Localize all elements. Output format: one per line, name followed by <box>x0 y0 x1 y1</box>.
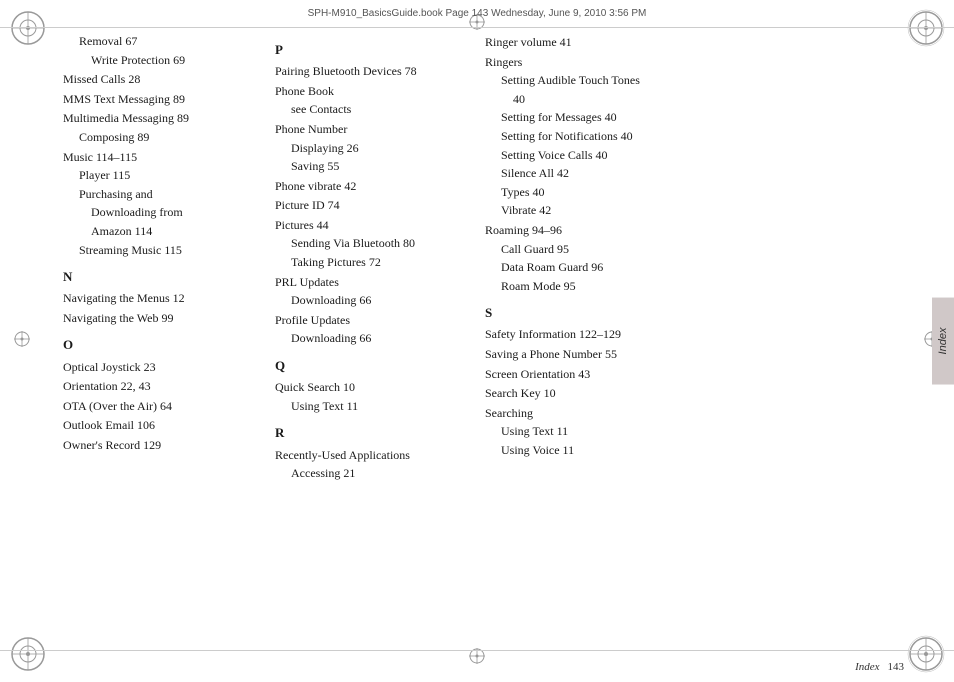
index-tab: Index <box>932 298 954 385</box>
list-item: Sending Via Bluetooth 80 <box>275 234 467 253</box>
list-item: Setting for Messages 40 <box>485 108 916 127</box>
list-item: Call Guard 95 <box>485 240 916 259</box>
list-item: MMS Text Messaging 89 <box>63 90 247 109</box>
list-item: Using Voice 11 <box>485 441 916 460</box>
list-item: Using Text 11 <box>485 422 916 441</box>
crosshair-left <box>12 329 32 353</box>
list-item: 40 <box>485 90 916 109</box>
list-item: Optical Joystick 23 <box>63 358 247 377</box>
list-item: see Contacts <box>275 100 467 119</box>
list-item: Navigating the Menus 12 <box>63 289 247 308</box>
list-item: Setting Voice Calls 40 <box>485 146 916 165</box>
list-item: Safety Information 122–129 <box>485 325 916 344</box>
header-bar: SPH-M910_BasicsGuide.book Page 143 Wedne… <box>0 0 954 28</box>
list-item: Streaming Music 115 <box>63 241 247 260</box>
list-item: Data Roam Guard 96 <box>485 258 916 277</box>
list-item: Silence All 42 <box>485 164 916 183</box>
footer-bar: Index 143 <box>0 650 954 682</box>
list-item: N <box>63 267 247 287</box>
list-item: Write Protection 69 <box>63 51 247 70</box>
list-item: P <box>275 40 467 60</box>
list-item: Outlook Email 106 <box>63 416 247 435</box>
list-item: Downloading 66 <box>275 291 467 310</box>
list-item: Saving a Phone Number 55 <box>485 345 916 364</box>
list-item: Phone Book <box>275 82 467 101</box>
list-item: Saving 55 <box>275 157 467 176</box>
list-item: Using Text 11 <box>275 397 467 416</box>
list-item: Recently-Used Applications <box>275 446 467 465</box>
list-item: Roaming 94–96 <box>485 221 916 240</box>
list-item: Q <box>275 356 467 376</box>
footer-label: Index <box>855 661 879 673</box>
list-item: Ringers <box>485 53 916 72</box>
list-item: Pairing Bluetooth Devices 78 <box>275 62 467 81</box>
list-item: Setting Audible Touch Tones <box>485 71 916 90</box>
list-item: Taking Pictures 72 <box>275 253 467 272</box>
content-area: Removal 67Write Protection 69Missed Call… <box>55 32 924 642</box>
list-item: Profile Updates <box>275 311 467 330</box>
list-item: Multimedia Messaging 89 <box>63 109 247 128</box>
list-item: Searching <box>485 404 916 423</box>
index-tab-label: Index <box>937 328 949 355</box>
list-item: Displaying 26 <box>275 139 467 158</box>
list-item: Quick Search 10 <box>275 378 467 397</box>
list-item: Phone Number <box>275 120 467 139</box>
list-item: Accessing 21 <box>275 464 467 483</box>
column-right: Ringer volume 41RingersSetting Audible T… <box>475 32 924 642</box>
list-item: R <box>275 423 467 443</box>
list-item: OTA (Over the Air) 64 <box>63 397 247 416</box>
list-item: Pictures 44 <box>275 216 467 235</box>
column-middle: P Pairing Bluetooth Devices 78Phone Books… <box>255 32 475 642</box>
list-item: Purchasing and <box>63 185 247 204</box>
list-item: Screen Orientation 43 <box>485 365 916 384</box>
list-item: Picture ID 74 <box>275 196 467 215</box>
list-item: S <box>485 303 916 323</box>
list-item: Removal 67 <box>63 32 247 51</box>
list-item: O <box>63 335 247 355</box>
list-item: Music 114–115 <box>63 148 247 167</box>
list-item: Types 40 <box>485 183 916 202</box>
list-item: Setting for Notifications 40 <box>485 127 916 146</box>
list-item: PRL Updates <box>275 273 467 292</box>
list-item: Phone vibrate 42 <box>275 177 467 196</box>
list-item: Owner's Record 129 <box>63 436 247 455</box>
list-item: Ringer volume 41 <box>485 33 916 52</box>
list-item: Vibrate 42 <box>485 201 916 220</box>
header-text: SPH-M910_BasicsGuide.book Page 143 Wedne… <box>308 8 647 19</box>
list-item: Downloading from <box>63 203 247 222</box>
list-item: Orientation 22, 43 <box>63 377 247 396</box>
list-item: Missed Calls 28 <box>63 70 247 89</box>
list-item: Player 115 <box>63 166 247 185</box>
list-item: Downloading 66 <box>275 329 467 348</box>
list-item: Composing 89 <box>63 128 247 147</box>
list-item: Roam Mode 95 <box>485 277 916 296</box>
footer-page: 143 <box>888 661 905 673</box>
list-item: Amazon 114 <box>63 222 247 241</box>
list-item: Search Key 10 <box>485 384 916 403</box>
list-item: Navigating the Web 99 <box>63 309 247 328</box>
column-left: Removal 67Write Protection 69Missed Call… <box>55 32 255 642</box>
